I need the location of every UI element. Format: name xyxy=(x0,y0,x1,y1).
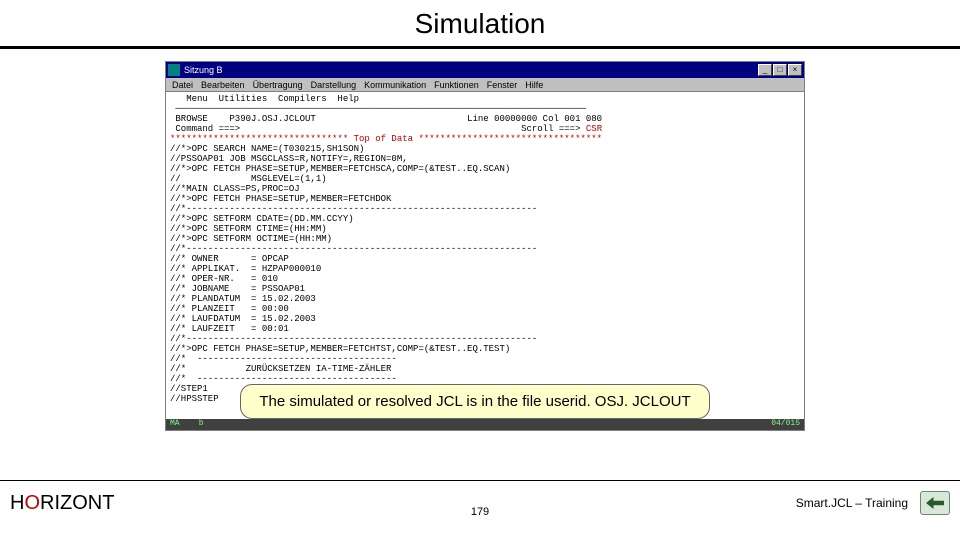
window-title: Sitzung B xyxy=(184,65,223,75)
jcl-line: //* APPLIKAT. = HZPAP000010 xyxy=(170,264,321,274)
callout-note: The simulated or resolved JCL is in the … xyxy=(240,384,710,419)
jcl-line: //*MAIN CLASS=PS,PROC=OJ xyxy=(170,184,300,194)
footer: HORIZONT Smart.JCL – Training 179 xyxy=(0,480,960,540)
jcl-line: //*-------------------------------------… xyxy=(170,334,537,344)
jcl-line: //*>OPC SETFORM CTIME=(HH:MM) xyxy=(170,224,327,234)
logo-letter: RIZONT xyxy=(40,492,114,515)
jcl-line: //* JOBNAME = PSSOAP01 xyxy=(170,284,305,294)
minimize-button[interactable]: _ xyxy=(758,64,772,76)
jcl-line: // MSGLEVEL=(1,1) xyxy=(170,174,327,184)
jcl-line: //* ------------------------------------… xyxy=(170,354,397,364)
jcl-line: //* PLANZEIT = 00:00 xyxy=(170,304,289,314)
menu-item[interactable]: Kommunikation xyxy=(364,80,426,90)
browse-right: Line 00000000 Col 001 080 xyxy=(467,114,602,124)
jcl-line: //* OWNER = OPCAP xyxy=(170,254,289,264)
close-button[interactable]: × xyxy=(788,64,802,76)
jcl-line: //*-------------------------------------… xyxy=(170,244,537,254)
page-title: Simulation xyxy=(0,8,960,40)
window-titlebar[interactable]: Sitzung B _ □ × xyxy=(166,62,804,78)
jcl-line: //* LAUFDATUM = 15.02.2003 xyxy=(170,314,316,324)
jcl-line: //* ZURÜCKSETZEN IA-TIME-ZÄHLER xyxy=(170,364,391,374)
logo-letter: O xyxy=(24,492,40,515)
logo-letter: H xyxy=(10,492,24,515)
command-right: Scroll ===> xyxy=(521,124,586,134)
jcl-line: //* OPER-NR. = 010 xyxy=(170,274,278,284)
menu-item[interactable]: Datei xyxy=(172,80,193,90)
back-button[interactable] xyxy=(920,491,950,515)
jcl-line: //*>OPC SEARCH NAME=(T030215,SH1SON) xyxy=(170,144,364,154)
command-left: Command ===> xyxy=(170,124,240,134)
browse-left: BROWSE P390J.OSJ.JCLOUT xyxy=(170,114,316,124)
menu-item[interactable]: Funktionen xyxy=(434,80,479,90)
term-menu-line: Menu Utilities Compilers Help xyxy=(170,94,359,104)
menu-item[interactable]: Übertragung xyxy=(253,80,303,90)
jcl-line: //* LAUFZEIT = 00:01 xyxy=(170,324,289,334)
top-of-data: ********************************* Top of… xyxy=(170,134,602,144)
system-menu-icon[interactable] xyxy=(168,64,180,76)
menu-item[interactable]: Fenster xyxy=(487,80,518,90)
jcl-line: //*>OPC FETCH PHASE=SETUP,MEMBER=FETCHSC… xyxy=(170,164,510,174)
scroll-value: CSR xyxy=(586,124,602,134)
course-name: Smart.JCL – Training xyxy=(796,496,908,510)
terminal-status-bar: MA b 04/015 xyxy=(166,419,804,430)
page-number: 179 xyxy=(471,506,489,518)
status-left: MA b xyxy=(170,419,204,430)
jcl-line: //* ------------------------------------… xyxy=(170,374,397,384)
jcl-line: //*>OPC SETFORM CDATE=(DD.MM.CCYY) xyxy=(170,214,354,224)
status-right: 04/015 xyxy=(771,419,800,430)
maximize-button[interactable]: □ xyxy=(773,64,787,76)
menu-item[interactable]: Bearbeiten xyxy=(201,80,245,90)
arrow-left-icon xyxy=(926,496,944,510)
jcl-line: //*>OPC FETCH PHASE=SETUP,MEMBER=FETCHTS… xyxy=(170,344,510,354)
jcl-line: //*-------------------------------------… xyxy=(170,204,537,214)
jcl-line: //* PLANDATUM = 15.02.2003 xyxy=(170,294,316,304)
menu-item[interactable]: Hilfe xyxy=(525,80,543,90)
jcl-line: //*>OPC FETCH PHASE=SETUP,MEMBER=FETCHDO… xyxy=(170,194,391,204)
window-menubar[interactable]: Datei Bearbeiten Übertragung Darstellung… xyxy=(166,78,804,92)
terminal-window: Sitzung B _ □ × Datei Bearbeiten Übertra… xyxy=(165,61,805,431)
jcl-line: //*>OPC SETFORM OCTIME=(HH:MM) xyxy=(170,234,332,244)
content-area: Sitzung B _ □ × Datei Bearbeiten Übertra… xyxy=(0,49,960,469)
divider-thin-footer xyxy=(0,480,960,481)
terminal-content: Menu Utilities Compilers Help ──────────… xyxy=(166,92,804,430)
jcl-line: //HPSSTEP xyxy=(170,394,219,404)
jcl-line: //PSSOAP01 JOB MSGCLASS=R,NOTIFY=,REGION… xyxy=(170,154,408,164)
menu-item[interactable]: Darstellung xyxy=(311,80,357,90)
logo: HORIZONT xyxy=(10,492,114,515)
